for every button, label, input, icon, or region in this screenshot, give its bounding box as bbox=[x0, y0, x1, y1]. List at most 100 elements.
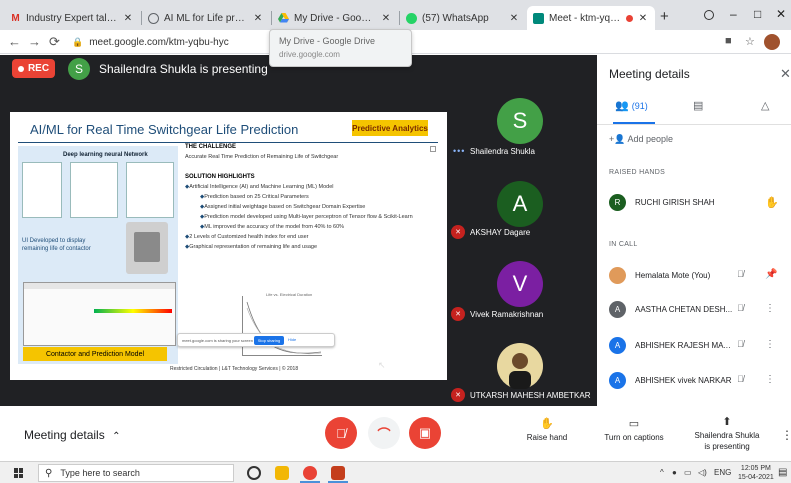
add-people-button[interactable]: +👤 Add people bbox=[609, 134, 673, 145]
tab-chat[interactable]: ▤ bbox=[693, 99, 703, 121]
tile-avatar: V bbox=[497, 261, 543, 307]
health-gradient-bar bbox=[94, 309, 172, 313]
volume-icon[interactable]: ◁) bbox=[698, 468, 707, 477]
reload-icon[interactable]: ⟳ bbox=[49, 34, 60, 50]
people-icon: 👥 bbox=[615, 100, 629, 112]
camera-toggle-button[interactable]: ▣ bbox=[409, 417, 441, 449]
pin-icon[interactable]: 📌 bbox=[765, 269, 777, 280]
system-clock[interactable]: 12:05 PM 15-04-2021 bbox=[738, 464, 774, 483]
lock-icon: 🔒 bbox=[72, 36, 84, 47]
slide-bullet: Assigned initial weightage based on Swit… bbox=[200, 204, 365, 210]
task-view-icon[interactable] bbox=[247, 466, 261, 480]
participant-row[interactable]: A ABHISHEK RAJESH MAT... 🎙̸ ⋮ bbox=[609, 335, 785, 357]
more-options-icon[interactable]: ⋮ bbox=[765, 374, 775, 385]
mic-off-icon[interactable]: 🎙̸ bbox=[737, 303, 744, 313]
close-panel-icon[interactable]: ✕ bbox=[780, 66, 791, 82]
tile-photo-avatar bbox=[497, 343, 543, 389]
whatsapp-icon bbox=[406, 12, 417, 24]
captions-button[interactable]: ▭ Turn on captions bbox=[601, 417, 667, 442]
nn-diagram-mid bbox=[70, 162, 118, 218]
windows-taskbar: ⚲ Type here to search ^ ● ▭ ◁) ENG 12:05… bbox=[0, 461, 791, 483]
profile-avatar[interactable] bbox=[764, 34, 780, 50]
tab-label: My Drive - Google Drive bbox=[294, 12, 376, 24]
forward-arrow-icon[interactable]: → bbox=[28, 34, 41, 49]
chrome-icon[interactable] bbox=[303, 466, 317, 480]
tab-drive[interactable]: My Drive - Google Drive ✕ bbox=[272, 6, 398, 30]
windows-start-icon[interactable] bbox=[14, 468, 24, 478]
participant-row[interactable]: A ABHISHEK vivek NARKAR 🎙̸ ⋮ bbox=[609, 370, 785, 392]
mic-off-icon: ✕ bbox=[451, 307, 465, 321]
participant-avatar bbox=[609, 267, 626, 284]
mini-chart bbox=[242, 296, 322, 356]
slide-corner-icon bbox=[430, 146, 436, 152]
tab-close-icon[interactable]: ✕ bbox=[252, 13, 264, 24]
tab-close-icon[interactable]: ✕ bbox=[637, 13, 649, 24]
hide-button[interactable]: Hide bbox=[288, 337, 296, 342]
health-indicator-screenshot bbox=[23, 282, 176, 346]
recording-badge: REC bbox=[12, 59, 55, 78]
meet-icon bbox=[533, 12, 544, 24]
globe-icon bbox=[148, 12, 159, 24]
raised-hand-icon[interactable]: ✋ bbox=[765, 196, 779, 209]
mic-toggle-button[interactable]: 🎙̸ bbox=[325, 417, 357, 449]
tooltip-subtitle: drive.google.com bbox=[279, 50, 340, 59]
tab-meet[interactable]: Meet - ktm-yqbu-hyc ✕ bbox=[527, 6, 655, 30]
more-options-icon[interactable]: ⋮ bbox=[765, 303, 775, 314]
panel-title: Meeting details bbox=[609, 67, 690, 81]
more-options-icon[interactable]: ⋮ bbox=[781, 428, 791, 442]
more-options-icon[interactable]: ⋮ bbox=[765, 339, 775, 350]
challenge-text: Accurate Real Time Prediction of Remaini… bbox=[185, 154, 339, 160]
powerpoint-icon[interactable] bbox=[331, 466, 345, 480]
tab-label: AI ML for Life prediction of Sw bbox=[164, 12, 248, 24]
participant-row[interactable]: Hemalata Mote (You) 🎙̸ 📌 bbox=[609, 265, 785, 287]
tray-person-icon[interactable]: ● bbox=[672, 468, 677, 477]
present-screen-icon: ⬆ bbox=[722, 416, 732, 428]
close-window-button[interactable]: ✕ bbox=[776, 7, 786, 21]
taskbar-search-input[interactable]: ⚲ Type here to search bbox=[38, 464, 234, 482]
nn-title: Deep learning neural Network bbox=[63, 152, 148, 158]
mic-off-icon: ✕ bbox=[451, 225, 465, 239]
file-explorer-icon[interactable] bbox=[275, 466, 289, 480]
browser-tab-strip: M Industry Expert talk_for 3rd y ✕ AI ML… bbox=[0, 0, 791, 30]
tab-close-icon[interactable]: ✕ bbox=[508, 13, 520, 24]
tab-close-icon[interactable]: ✕ bbox=[122, 13, 134, 24]
tab-label: Industry Expert talk_for 3rd y bbox=[26, 12, 118, 24]
participant-row[interactable]: A AASTHA CHETAN DESH... 🎙̸ ⋮ bbox=[609, 299, 785, 321]
raise-hand-button[interactable]: ✋ Raise hand bbox=[522, 417, 572, 442]
bookmark-star-icon[interactable]: ☆ bbox=[745, 35, 755, 48]
mic-off-icon[interactable]: 🎙̸ bbox=[737, 374, 744, 384]
participant-avatar: A bbox=[609, 301, 626, 318]
tab-close-icon[interactable]: ✕ bbox=[380, 13, 392, 24]
tray-chevron-icon[interactable]: ^ bbox=[660, 468, 664, 477]
meeting-details-toggle[interactable]: Meeting details ⌃ bbox=[24, 428, 120, 442]
screen: M Industry Expert talk_for 3rd y ✕ AI ML… bbox=[0, 0, 791, 483]
tab-people[interactable]: 👥 (91) bbox=[615, 99, 648, 121]
mic-off-icon[interactable]: 🎙̸ bbox=[737, 269, 744, 279]
minimize-button[interactable]: – bbox=[730, 7, 737, 21]
nn-diagram-right bbox=[126, 162, 174, 218]
notifications-icon[interactable]: ▤ bbox=[778, 467, 787, 478]
mic-off-icon[interactable]: 🎙̸ bbox=[737, 339, 744, 349]
presenting-button[interactable]: ⬆ Shailendra Shukla is presenting bbox=[690, 415, 764, 451]
participant-name: Hemalata Mote (You) bbox=[635, 271, 711, 280]
camera-icon[interactable]: ■ bbox=[725, 35, 732, 47]
record-dot-icon bbox=[17, 65, 24, 72]
tab-hover-tooltip: My Drive - Google Drive drive.google.com bbox=[269, 29, 412, 67]
slide-bullet: Graphical representation of remaining li… bbox=[185, 244, 317, 250]
tab-gmail[interactable]: M Industry Expert talk_for 3rd y ✕ bbox=[4, 6, 140, 30]
back-arrow-icon[interactable]: ← bbox=[8, 34, 21, 49]
gmail-icon: M bbox=[11, 12, 20, 24]
tab-aiml[interactable]: AI ML for Life prediction of Sw ✕ bbox=[142, 6, 270, 30]
maximize-button[interactable]: □ bbox=[754, 7, 761, 21]
chevron-up-icon: ⌃ bbox=[112, 431, 121, 442]
new-tab-button[interactable]: + bbox=[660, 8, 669, 25]
language-indicator[interactable]: ENG bbox=[714, 468, 731, 477]
leave-call-button[interactable]: ⌒ bbox=[368, 417, 400, 449]
tile-name: AKSHAY Dagare bbox=[470, 228, 531, 237]
raised-hand-row[interactable]: R RUCHI GIRISH SHAH ✋ bbox=[609, 192, 785, 214]
network-icon[interactable]: ▭ bbox=[684, 468, 692, 477]
stop-sharing-button[interactable]: Stop sharing bbox=[254, 336, 284, 345]
tab-whatsapp[interactable]: (57) WhatsApp ✕ bbox=[400, 6, 526, 30]
profile-circle-icon[interactable] bbox=[704, 10, 714, 20]
tab-activities[interactable]: △ bbox=[761, 99, 769, 121]
